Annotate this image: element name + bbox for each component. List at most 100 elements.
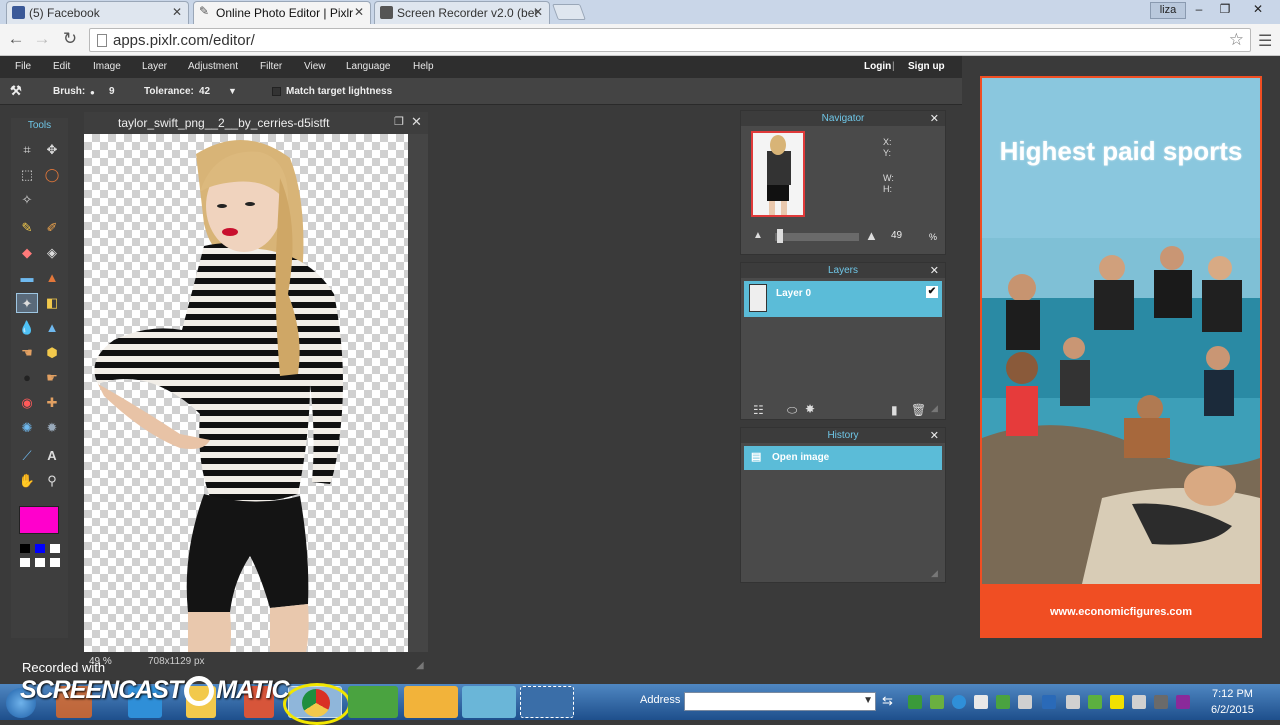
zoom-icon[interactable]: ⚲ [41, 471, 63, 491]
stamp-icon[interactable]: ▲ [41, 268, 63, 288]
resize-grip-icon[interactable]: ◢ [416, 660, 424, 671]
address-bar[interactable]: apps.pixlr.com/editor/ ☆ [89, 28, 1251, 52]
tab-pixlr[interactable]: ✎ Online Photo Editor | Pixlr ✕ [193, 1, 371, 24]
bluetooth-icon[interactable] [1042, 695, 1056, 709]
maximize-icon[interactable]: ❐ [394, 115, 404, 128]
eraser-icon[interactable]: ◆ [16, 243, 38, 263]
close-icon[interactable]: ✕ [930, 264, 939, 277]
menu-layer[interactable]: Layer [142, 61, 167, 72]
pencil-tool-icon[interactable]: ✎ [16, 218, 38, 238]
tray-icon-2[interactable] [930, 695, 944, 709]
color-replace-icon[interactable]: ✦ [16, 293, 38, 313]
volume-icon[interactable] [1154, 695, 1168, 709]
close-icon[interactable]: ✕ [354, 5, 364, 19]
new-tab-button[interactable] [552, 4, 586, 20]
tolerance-value[interactable]: 42 [199, 86, 210, 97]
layer-style-icon[interactable]: ✸ [805, 402, 815, 416]
default-color-swatch[interactable] [20, 544, 30, 553]
reload-icon[interactable]: ↻ [60, 29, 80, 49]
tray-icon-8[interactable] [1066, 695, 1080, 709]
navigator-zoom-value[interactable]: 49 [891, 230, 902, 241]
menu-image[interactable]: Image [93, 61, 121, 72]
chevron-down-icon[interactable]: ▼ [863, 695, 873, 706]
clock-date[interactable]: 6/2/2015 [1211, 704, 1254, 716]
type-icon[interactable]: A [41, 446, 63, 466]
snipping-taskbar-icon[interactable] [520, 686, 574, 718]
profile-button[interactable]: liza [1150, 2, 1186, 19]
close-icon[interactable]: ✕ [930, 112, 939, 125]
menu-filter[interactable]: Filter [260, 61, 282, 72]
menu-file[interactable]: File [15, 61, 31, 72]
new-layer-icon[interactable]: ▮ [891, 403, 898, 417]
close-icon[interactable]: ✕ [172, 5, 182, 19]
canvas-scrollbar[interactable] [408, 134, 428, 652]
zoom-out-icon[interactable]: ▲ [753, 230, 763, 241]
image-canvas[interactable] [84, 134, 408, 652]
burn-icon[interactable]: ☛ [41, 368, 63, 388]
tray-icon-6[interactable] [1018, 695, 1032, 709]
layer-visibility-checkbox[interactable]: ✔ [926, 286, 938, 298]
brush-size-value[interactable]: 9 [109, 86, 115, 97]
star-icon[interactable]: ☆ [1229, 30, 1244, 50]
onenote-icon[interactable] [1176, 695, 1190, 709]
signup-link[interactable]: Sign up [908, 61, 945, 72]
swatch-white-1[interactable] [20, 558, 30, 567]
tray-ie-icon[interactable] [952, 695, 966, 709]
move-icon[interactable]: ✥ [41, 140, 63, 160]
close-icon[interactable]: ✕ [930, 429, 939, 442]
history-item[interactable]: ▤ Open image [744, 446, 942, 470]
wand-icon[interactable]: ✧ [16, 190, 38, 210]
swatch-white-3[interactable] [50, 558, 60, 567]
tab-screen-recorder[interactable]: Screen Recorder v2.0 (bet ✕ [374, 1, 550, 24]
clock-time[interactable]: 7:12 PM [1212, 688, 1253, 700]
pinch-icon[interactable]: ✹ [41, 418, 63, 438]
brush-tool-icon[interactable]: ✐ [41, 218, 63, 238]
menu-edit[interactable]: Edit [53, 61, 70, 72]
drawing-icon[interactable]: ◧ [41, 293, 63, 313]
dodge-icon[interactable]: ● [16, 368, 38, 388]
crop-icon[interactable]: ⌗ [16, 140, 38, 160]
advertisement[interactable]: Highest paid sports www.economicfigures.… [980, 76, 1262, 638]
marquee-icon[interactable]: ⬚ [16, 165, 38, 185]
tray-icon-4[interactable] [974, 695, 988, 709]
layer-mask-icon[interactable]: ⬭ [787, 403, 797, 418]
swap-color-swatch[interactable] [50, 544, 60, 553]
back-arrow-icon[interactable]: ← [6, 29, 26, 49]
color-picker-icon[interactable]: ⟋ [16, 446, 38, 466]
close-window-icon[interactable]: ✕ [1240, 0, 1276, 19]
address-toolbar-input[interactable]: ▼ [684, 692, 876, 711]
restore-icon[interactable]: ❐ [1212, 0, 1238, 19]
foreground-color-swatch[interactable] [19, 506, 59, 534]
sponge-icon[interactable]: ⬢ [41, 343, 63, 363]
zoom-slider-track[interactable] [775, 233, 859, 241]
minimize-icon[interactable]: – [1186, 0, 1212, 19]
zoom-in-icon[interactable]: ▲ [865, 228, 878, 243]
signal-icon[interactable] [1132, 695, 1146, 709]
spot-heal-icon[interactable]: ✚ [41, 393, 63, 413]
background-color-swatch[interactable] [35, 544, 45, 553]
layer-row[interactable]: Layer 0 ✔ [744, 281, 942, 317]
resize-grip-icon[interactable]: ◢ [931, 568, 938, 579]
resize-grip-icon[interactable]: ◢ [931, 403, 938, 414]
tray-icon-9[interactable] [1088, 695, 1102, 709]
close-document-icon[interactable]: ✕ [411, 114, 422, 130]
blur-icon[interactable]: 💧 [16, 318, 38, 338]
trash-icon[interactable]: 🗑 [911, 403, 926, 417]
menu-language[interactable]: Language [346, 61, 391, 72]
gradient-icon[interactable]: ▬ [16, 268, 38, 288]
chrome-taskbar-icon[interactable] [283, 683, 351, 725]
menu-help[interactable]: Help [413, 61, 434, 72]
app-taskbar-icon[interactable] [462, 686, 516, 718]
utorrent-taskbar-icon[interactable] [348, 686, 398, 718]
tray-icon-5[interactable] [996, 695, 1010, 709]
go-arrows-icon[interactable]: ⇆ [882, 693, 893, 709]
bucket-icon[interactable]: ◈ [41, 243, 63, 263]
security-taskbar-icon[interactable] [404, 686, 458, 718]
sharpen-icon[interactable]: ▲ [41, 318, 63, 338]
forward-arrow-icon[interactable]: → [32, 29, 52, 49]
smudge-icon[interactable]: ☚ [16, 343, 38, 363]
menu-view[interactable]: View [304, 61, 326, 72]
zoom-slider-thumb[interactable] [777, 229, 783, 243]
lasso-icon[interactable]: ◯ [41, 165, 63, 185]
menu-adjustment[interactable]: Adjustment [188, 61, 238, 72]
